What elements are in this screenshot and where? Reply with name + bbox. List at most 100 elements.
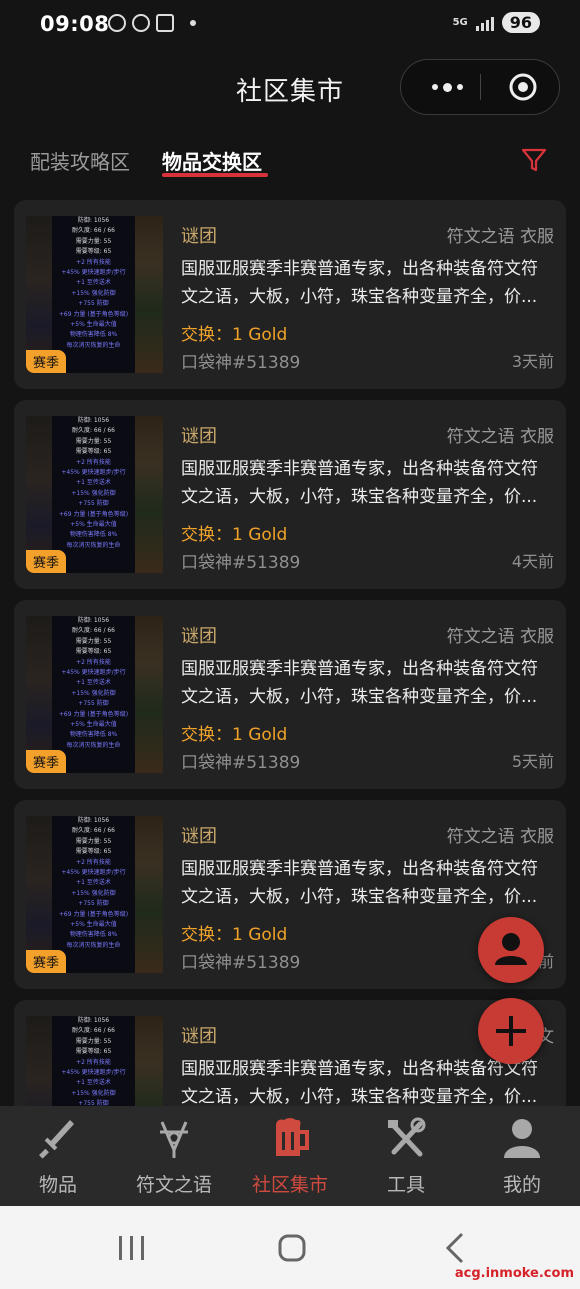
back-icon[interactable] (436, 1228, 476, 1268)
listing-category: 符文之语 衣服 (446, 827, 554, 847)
recent-apps-icon[interactable] (112, 1228, 152, 1268)
season-badge: 赛季 (26, 550, 67, 573)
item-stat-line: 耐久度: 66 / 66 (71, 427, 116, 435)
home-icon[interactable] (272, 1228, 312, 1268)
item-stat-line: +2 所有技能 (76, 258, 111, 266)
item-stat-line: 防御: 1056 (77, 617, 110, 624)
season-badge: 赛季 (26, 350, 67, 373)
signal-icon (475, 15, 494, 31)
listing-description: 国服亚服赛季非赛普通专家，出各种装备符文符 文之语，大板，小符，珠宝各种变量齐全，… (181, 255, 557, 311)
listing-title: 谜团 (181, 226, 217, 247)
item-stat-line: +45% 更快速跑步/步行 (61, 1069, 126, 1077)
listing-description-line: 国服亚服赛季非赛普通专家，出各种装备符文符 (181, 859, 538, 879)
item-stat-line: +2 所有技能 (76, 658, 111, 666)
item-thumbnail: 防御: 1056 耐久度: 66 / 66 需要力量: 55 需要等级: 65 +2 所… (26, 1016, 163, 1106)
item-stat-line: +69 力量 (基于角色等级) (58, 310, 129, 318)
thumbnail-inventory-right (135, 816, 163, 973)
nav-items[interactable]: 物品 (0, 1106, 116, 1206)
item-stat-line: 需要等级: 65 (75, 1048, 112, 1056)
item-stat-line: 耐久度: 66 / 66 (71, 827, 116, 835)
item-stat-line: +2 所有技能 (76, 1058, 111, 1066)
listing-time: 4天前 (511, 552, 554, 571)
item-thumbnail: 防御: 1056 耐久度: 66 / 66 需要力量: 55 需要等级: 65 +2 所… (26, 216, 163, 373)
listing-description-line: 国服亚服赛季非赛普通专家，出各种装备符文符 (181, 659, 538, 679)
item-stat-line: +5% 生命最大值 (70, 721, 117, 729)
listing-title: 谜团 (181, 626, 217, 647)
listing-card[interactable]: 防御: 1056 耐久度: 66 / 66 需要力量: 55 需要等级: 65 +2 所… (14, 400, 566, 589)
nav-label-market: 社区集市 (251, 1174, 328, 1196)
item-stat-line: 需要等级: 65 (75, 848, 112, 856)
item-stat-line: 需要力量: 55 (75, 1037, 112, 1045)
battery-level: 96 (501, 12, 540, 33)
item-stat-line: +5% 生命最大值 (70, 321, 117, 329)
filter-icon[interactable] (520, 146, 548, 174)
item-stat-line: +15% 强化防御 (71, 689, 116, 697)
tab-item-exchange[interactable]: 物品交换区 (162, 146, 262, 175)
thumbnail-inventory-right (135, 216, 163, 373)
item-stat-line: 物理伤害降低 8% (69, 731, 118, 739)
item-stat-line: 每次消灭恢复的生命 (66, 741, 121, 749)
screen-icon (156, 14, 174, 32)
system-nav-bar: acg.inmoke.com (0, 1206, 580, 1289)
listing-description-line: 国服亚服赛季非赛普通专家，出各种装备符文符 (181, 259, 538, 279)
listing-description-line: 文之语，大板，小符，珠宝各种变量齐全，价... (181, 287, 538, 307)
tab-build-guides[interactable]: 配装攻略区 (30, 146, 130, 175)
nav-tools[interactable]: 工具 (348, 1106, 464, 1206)
add-listing-button[interactable] (478, 998, 544, 1064)
season-badge: 赛季 (26, 750, 67, 773)
item-stat-line: 物理伤害降低 8% (69, 531, 118, 539)
item-stat-line: +755 防御 (78, 900, 109, 908)
listing-description: 国服亚服赛季非赛普通专家，出各种装备符文符 文之语，大板，小符，珠宝各种变量齐全，… (181, 455, 557, 511)
listing-title: 谜团 (181, 426, 217, 447)
thumbnail-inventory-right (135, 1016, 163, 1106)
item-stat-line: 耐久度: 66 / 66 (71, 627, 116, 635)
item-stat-line: +69 力量 (基于角色等级) (58, 710, 129, 718)
item-stat-line: +2 所有技能 (76, 458, 111, 466)
listing-description-line: 文之语，大板，小符，珠宝各种变量齐全，价... (181, 1087, 538, 1106)
item-stat-line: 需要等级: 65 (75, 648, 112, 656)
listing-user: 口袋神#51389 (181, 753, 301, 773)
listing-trade-price: 交换：1 Gold (181, 325, 288, 345)
item-stat-line: +45% 更快速跑步/步行 (61, 669, 126, 677)
nav-label-profile: 我的 (502, 1174, 541, 1196)
item-stat-line: +69 力量 (基于角色等级) (58, 910, 129, 918)
sword-icon (39, 1120, 74, 1159)
active-tab-indicator (162, 173, 268, 177)
listing-trade-price: 交换：1 Gold (181, 925, 288, 945)
nav-market[interactable]: 社区集市 (232, 1106, 348, 1206)
item-stats-tooltip: 防御: 1056 耐久度: 66 / 66 需要力量: 55 需要等级: 65 +2 所… (52, 416, 135, 573)
beer-mug-icon (276, 1118, 309, 1156)
nav-label-runewords: 符文之语 (135, 1174, 212, 1196)
my-listings-button[interactable] (478, 917, 544, 983)
listing-card[interactable]: 防御: 1056 耐久度: 66 / 66 需要力量: 55 需要等级: 65 +2 所… (14, 200, 566, 389)
listing-category: 符文之语 衣服 (446, 627, 554, 647)
item-stat-line: +15% 强化防御 (71, 1089, 116, 1097)
item-stat-line: +15% 强化防御 (71, 889, 116, 897)
item-stat-line: +2 所有技能 (76, 858, 111, 866)
item-stat-line: 需要力量: 55 (75, 237, 112, 245)
item-stat-line: 防御: 1056 (77, 1017, 110, 1024)
nav-runewords[interactable]: 符文之语 (116, 1106, 232, 1206)
item-stat-line: +15% 强化防御 (71, 489, 116, 497)
thumbnail-inventory-right (135, 616, 163, 773)
network-label: 5G (452, 16, 468, 28)
bottom-nav: 物品 符文之语 社区集市 工具 我的 (0, 1106, 580, 1206)
more-options-button[interactable] (425, 72, 469, 102)
status-bar: 09:08 5G 96 (0, 0, 580, 50)
item-stat-line: 耐久度: 66 / 66 (71, 1027, 116, 1035)
plus-icon (496, 1016, 526, 1046)
item-stat-line: +1 至传送术 (76, 679, 111, 687)
item-stat-line: 需要力量: 55 (75, 837, 112, 845)
close-target-icon[interactable] (508, 72, 538, 102)
capsule-divider (480, 74, 481, 100)
item-stat-line: +69 力量 (基于角色等级) (58, 510, 129, 518)
listing-card[interactable]: 防御: 1056 耐久度: 66 / 66 需要力量: 55 需要等级: 65 +2 所… (14, 600, 566, 789)
mini-program-capsule (400, 59, 560, 115)
item-stat-line: +755 防御 (78, 500, 109, 508)
nav-profile[interactable]: 我的 (464, 1106, 580, 1206)
listing-description-line: 文之语，大板，小符，珠宝各种变量齐全，价... (181, 887, 538, 907)
listing-time: 5天前 (511, 752, 554, 771)
item-stat-line: +1 至传送术 (76, 479, 111, 487)
item-thumbnail: 防御: 1056 耐久度: 66 / 66 需要力量: 55 需要等级: 65 +2 所… (26, 416, 163, 573)
status-time: 09:08 (40, 12, 110, 36)
